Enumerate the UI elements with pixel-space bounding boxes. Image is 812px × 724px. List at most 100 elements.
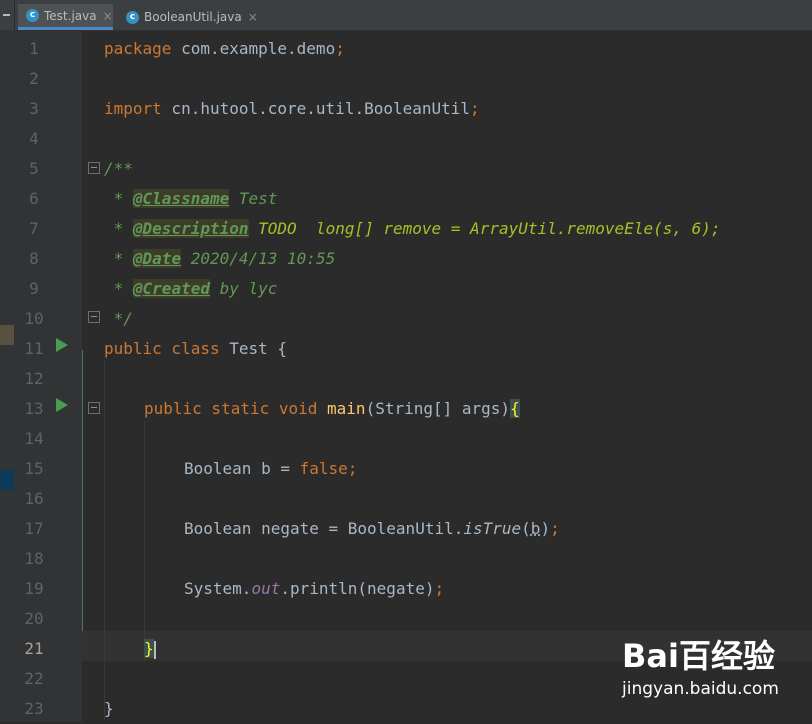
- code-line-21: }: [144, 634, 156, 664]
- code-line-9: * @Created by lyc: [104, 274, 277, 304]
- line-number: 10: [24, 309, 44, 328]
- keyword: public class: [104, 339, 220, 358]
- closing-brace: }: [104, 699, 114, 718]
- watermark-logo: Bai百经验: [622, 637, 775, 675]
- line-number: 7: [29, 219, 39, 238]
- line-number: 22: [24, 669, 44, 688]
- line-number: 18: [24, 549, 44, 568]
- argument: b: [530, 519, 541, 538]
- code-line-15: Boolean b = false;: [184, 454, 357, 484]
- strip-marker: [0, 470, 14, 490]
- code-line-3: import cn.hutool.core.util.BooleanUtil;: [104, 94, 480, 124]
- doc-tag: @Created: [132, 279, 210, 298]
- line-number-gutter: 1 2 3 4 5 6 7 8 9 10 11 12 13 14 15 16 1…: [14, 31, 82, 722]
- java-class-icon: c: [126, 10, 139, 24]
- doc-star: *: [104, 189, 133, 208]
- editor-tab-bar: c Test.java × c BooleanUtil.java ×: [0, 0, 812, 31]
- line-number: 12: [24, 369, 44, 388]
- run-icon[interactable]: [56, 398, 68, 412]
- tab-label: BooleanUtil.java: [144, 10, 242, 24]
- class-decl: Test {: [219, 339, 288, 358]
- static-method: isTrue: [463, 519, 522, 538]
- line-number: 2: [29, 69, 39, 88]
- system-class: System.: [184, 579, 252, 598]
- line-number: 3: [29, 99, 39, 118]
- line-number: 13: [24, 399, 44, 418]
- package-name: com.example.demo: [171, 39, 336, 58]
- left-tool-strip: [0, 31, 14, 722]
- tab-label: Test.java: [44, 8, 97, 23]
- paren: (: [521, 519, 531, 538]
- code-line-8: * @Date 2020/4/13 10:55: [104, 244, 335, 274]
- run-icon[interactable]: [56, 338, 68, 352]
- code-editor[interactable]: package com.example.demo; import cn.huto…: [82, 31, 812, 722]
- doc-star: *: [104, 249, 133, 268]
- collapse-stub[interactable]: [0, 0, 15, 30]
- line-number: 5: [29, 159, 39, 178]
- method-args: (String[] args): [365, 399, 511, 418]
- line-number: 14: [24, 429, 44, 448]
- literal: false: [299, 459, 348, 478]
- import-path: cn.hutool.core.util.BooleanUtil: [161, 99, 471, 118]
- line-number: 15: [24, 459, 44, 478]
- doc-comment: /**: [104, 159, 133, 178]
- tab-test-java[interactable]: c Test.java ×: [18, 4, 113, 30]
- matched-brace: }: [144, 639, 154, 658]
- line-number: 23: [24, 699, 44, 718]
- doc-text: by lyc: [209, 279, 278, 298]
- code-line-5: /**: [104, 154, 133, 184]
- line-number: 8: [29, 249, 39, 268]
- method-call: .println(negate): [280, 579, 435, 598]
- close-icon[interactable]: ×: [103, 9, 113, 23]
- line-number: 17: [24, 519, 44, 538]
- strip-marker: [0, 325, 14, 345]
- doc-comment: */: [104, 309, 133, 328]
- line-number: 11: [24, 339, 44, 358]
- code-line-13: public static void main(String[] args){: [144, 394, 520, 424]
- semicolon: ;: [550, 519, 560, 538]
- doc-tag: @Classname: [132, 189, 230, 208]
- code-line-23: }: [104, 694, 114, 724]
- code-line-17: Boolean negate = BooleanUtil.isTrue(b);: [184, 514, 560, 544]
- keyword: import: [104, 99, 162, 118]
- semicolon: ;: [347, 459, 358, 478]
- line-number: 6: [29, 189, 39, 208]
- code-line-6: * @Classname Test: [104, 184, 277, 214]
- static-field: out: [251, 579, 281, 598]
- doc-tag: @Description: [132, 219, 249, 238]
- semicolon: ;: [434, 579, 445, 598]
- baidu-jingyan-watermark: Bai百经验 jingyan.baidu.com: [612, 631, 802, 711]
- declaration: Boolean b =: [184, 459, 300, 478]
- code-line-1: package com.example.demo;: [104, 34, 345, 64]
- line-number: 1: [29, 39, 39, 58]
- line-number: 16: [24, 489, 44, 508]
- indent-guide: [104, 361, 105, 721]
- minus-icon: [3, 14, 10, 16]
- code-line-10: */: [104, 304, 133, 334]
- line-number: 20: [24, 609, 44, 628]
- doc-text: 2020/4/13 10:55: [181, 249, 336, 268]
- doc-text: Test: [229, 189, 278, 208]
- matched-brace: {: [510, 399, 520, 418]
- semicolon: ;: [470, 99, 480, 118]
- close-icon[interactable]: ×: [248, 10, 258, 24]
- indent-guide: [144, 421, 145, 661]
- line-number: 4: [29, 129, 39, 148]
- tab-booleanutil-java[interactable]: c BooleanUtil.java ×: [118, 4, 258, 30]
- semicolon: ;: [335, 39, 345, 58]
- java-class-icon: c: [26, 9, 39, 22]
- method-name: main: [317, 399, 366, 418]
- line-number: 9: [29, 279, 39, 298]
- code-line-11: public class Test {: [104, 334, 287, 364]
- doc-star: *: [104, 219, 133, 238]
- keyword: public static void: [144, 399, 318, 418]
- text-caret: [153, 640, 156, 659]
- paren: ): [540, 519, 551, 538]
- declaration: Boolean negate = BooleanUtil.: [184, 519, 464, 538]
- keyword: package: [104, 39, 172, 58]
- code-line-7: * @Description TODO long[] remove = Arra…: [104, 214, 721, 244]
- code-line-19: System.out.println(negate);: [184, 574, 444, 604]
- watermark-url: jingyan.baidu.com: [622, 679, 779, 699]
- todo-text: TODO long[] remove = ArrayUtil.removeEle…: [248, 219, 721, 238]
- doc-tag: @Date: [132, 249, 182, 268]
